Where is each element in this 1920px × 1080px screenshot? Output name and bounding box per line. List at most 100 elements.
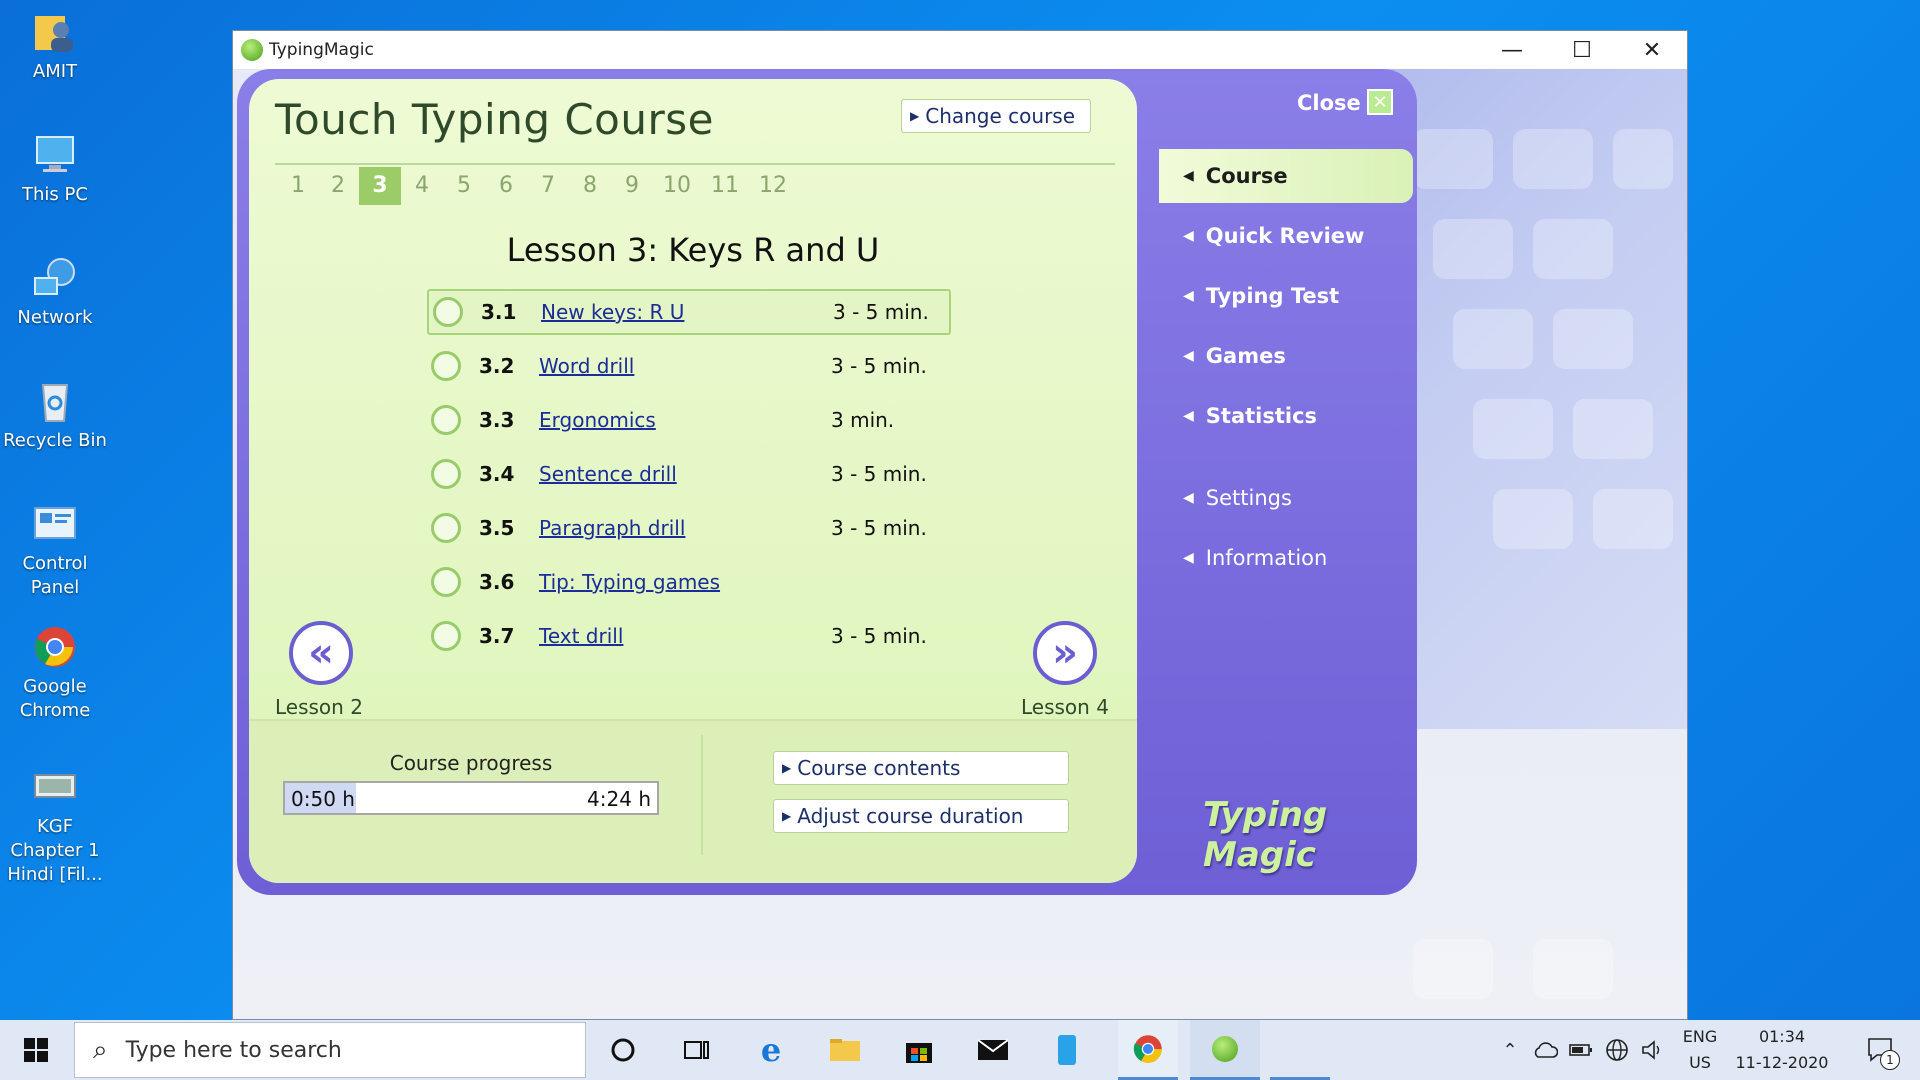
exercise-link[interactable]: Paragraph drill <box>539 516 831 540</box>
search-placeholder: Type here to search <box>125 1037 342 1063</box>
lesson-tab-10[interactable]: 10 <box>653 167 701 205</box>
lesson-tab-12[interactable]: 12 <box>749 167 797 205</box>
exercise-row[interactable]: 3.6 Tip: Typing games <box>427 559 951 605</box>
exercise-row[interactable]: 3.2 Word drill 3 - 5 min. <box>427 343 951 389</box>
file-explorer-button[interactable] <box>808 1020 882 1080</box>
edge-icon: e <box>760 1031 782 1069</box>
chrome-taskbar-button[interactable] <box>1118 1020 1178 1080</box>
window-title: TypingMagic <box>269 40 374 60</box>
minimize-button[interactable]: — <box>1477 31 1547 69</box>
menu-item-games[interactable]: ◀ Games <box>1159 329 1413 383</box>
typingmagic-window: TypingMagic — ☐ ✕ Touch Typing Course ▶ … <box>232 30 1688 1020</box>
desktop-icon-video-file[interactable]: KGF Chapter 1 Hindi [Fil... <box>0 765 110 887</box>
phone-app-button[interactable] <box>1030 1020 1104 1080</box>
previous-lesson-label[interactable]: Lesson 2 <box>275 695 363 719</box>
course-contents-button[interactable]: ▶ Course contents <box>773 751 1069 785</box>
exercise-duration: 3 - 5 min. <box>831 354 927 378</box>
adjust-course-duration-button[interactable]: ▶ Adjust course duration <box>773 799 1069 833</box>
show-hidden-icons-button[interactable]: ⌃ <box>1494 1020 1526 1080</box>
close-app-label[interactable]: Close <box>1297 91 1361 115</box>
desktop-icon-user-folder[interactable]: AMIT <box>0 10 110 84</box>
menu-item-quick-review[interactable]: ◀ Quick Review <box>1159 209 1413 263</box>
exercise-row[interactable]: 3.3 Ergonomics 3 min. <box>427 397 951 443</box>
lesson-tab-6[interactable]: 6 <box>485 167 527 205</box>
menu-item-statistics[interactable]: ◀ Statistics <box>1159 389 1413 443</box>
keyboard-layout: US <box>1689 1053 1711 1072</box>
exercise-row[interactable]: 3.5 Paragraph drill 3 - 5 min. <box>427 505 951 551</box>
exercise-status-circle-icon <box>431 351 461 381</box>
exercise-link[interactable]: Sentence drill <box>539 462 831 486</box>
exercise-row[interactable]: 3.4 Sentence drill 3 - 5 min. <box>427 451 951 497</box>
exercise-status-circle-icon <box>431 513 461 543</box>
next-lesson-button[interactable]: » <box>1033 621 1097 685</box>
store-button[interactable] <box>882 1020 956 1080</box>
exercise-row[interactable]: 3.7 Text drill 3 - 5 min. <box>427 613 951 659</box>
exercise-link[interactable]: Text drill <box>539 624 831 648</box>
previous-lesson-button[interactable]: « <box>289 621 353 685</box>
close-window-button[interactable]: ✕ <box>1617 31 1687 69</box>
lesson-tab-9[interactable]: 9 <box>611 167 653 205</box>
exercise-link[interactable]: Tip: Typing games <box>539 570 831 594</box>
desktop-icon-label: Control Panel <box>22 553 88 598</box>
typingmagic-taskbar-button[interactable] <box>1190 1020 1260 1080</box>
lesson-tab-1[interactable]: 1 <box>279 167 317 205</box>
exercise-status-circle-icon <box>431 459 461 489</box>
exercise-number: 3.7 <box>479 624 515 648</box>
lesson-tab-8[interactable]: 8 <box>569 167 611 205</box>
exercise-link[interactable]: New keys: R U <box>541 300 833 324</box>
exercise-status-circle-icon <box>431 567 461 597</box>
chevron-up-icon: ⌃ <box>1502 1039 1518 1061</box>
background-key <box>1473 399 1553 459</box>
close-x-icon[interactable]: ✕ <box>1367 89 1393 115</box>
recycle-bin-icon <box>41 384 69 422</box>
desktop-icon-recycle-bin[interactable]: Recycle Bin <box>0 379 110 453</box>
onedrive-tray-button[interactable] <box>1528 1020 1562 1080</box>
desktop-icon-this-pc[interactable]: This PC <box>0 133 110 207</box>
taskbar-search-box[interactable]: ⌕ Type here to search <box>74 1022 586 1078</box>
cortana-button[interactable] <box>586 1020 660 1080</box>
battery-tray-button[interactable] <box>1564 1020 1598 1080</box>
change-course-button[interactable]: ▶ Change course <box>901 99 1091 133</box>
exercise-link[interactable]: Ergonomics <box>539 408 831 432</box>
course-footer: Course progress 0:50 h 4:24 h ▶ Course c… <box>249 719 1137 883</box>
lesson-tab-11[interactable]: 11 <box>701 167 749 205</box>
exercise-number: 3.5 <box>479 516 515 540</box>
desktop-icon-network[interactable]: Network <box>0 256 110 330</box>
mail-button[interactable] <box>956 1020 1030 1080</box>
desktop-icon-google-chrome[interactable]: Google Chrome <box>0 625 110 723</box>
menu-item-information[interactable]: ◀ Information <box>1159 531 1413 585</box>
background-key <box>1433 219 1513 279</box>
desktop-icon-label: Recycle Bin <box>3 430 107 451</box>
lesson-tab-7[interactable]: 7 <box>527 167 569 205</box>
course-panel: Touch Typing Course ▶ Change course 1 2 … <box>249 79 1137 883</box>
network-globe-icon <box>34 258 75 295</box>
maximize-button[interactable]: ☐ <box>1547 31 1617 69</box>
edge-taskbar-button[interactable]: e <box>734 1020 808 1080</box>
menu-item-typing-test[interactable]: ◀ Typing Test <box>1159 269 1413 323</box>
menu-item-label: Statistics <box>1205 404 1318 428</box>
language-indicator[interactable]: ENG US <box>1674 1020 1726 1080</box>
menu-item-settings[interactable]: ◀ Settings <box>1159 471 1413 525</box>
triangle-left-icon: ◀ <box>1183 550 1194 566</box>
title-bar[interactable]: TypingMagic — ☐ ✕ <box>233 31 1687 69</box>
course-contents-label: Course contents <box>797 756 961 780</box>
lesson-tab-5[interactable]: 5 <box>443 167 485 205</box>
typingmagic-app-icon <box>241 39 263 61</box>
volume-tray-button[interactable] <box>1636 1020 1670 1080</box>
clock[interactable]: 01:34 11-12-2020 <box>1730 1020 1834 1080</box>
lesson-tab-2[interactable]: 2 <box>317 167 359 205</box>
desktop-icon-label: Network <box>17 307 93 328</box>
action-center-button[interactable]: 1 <box>1856 1020 1906 1080</box>
background-key <box>1533 219 1613 279</box>
lesson-tab-4[interactable]: 4 <box>401 167 443 205</box>
task-view-button[interactable] <box>660 1020 734 1080</box>
lesson-tab-3[interactable]: 3 <box>359 167 401 205</box>
network-tray-button[interactable] <box>1600 1020 1634 1080</box>
menu-item-course[interactable]: ◀ Course <box>1159 149 1413 203</box>
next-lesson-label[interactable]: Lesson 4 <box>1021 695 1109 719</box>
exercise-link[interactable]: Word drill <box>539 354 831 378</box>
exercise-row[interactable]: 3.1 New keys: R U 3 - 5 min. <box>427 289 951 335</box>
background-key <box>1593 489 1673 549</box>
desktop-icon-control-panel[interactable]: Control Panel <box>0 502 110 600</box>
start-button[interactable] <box>0 1020 72 1080</box>
